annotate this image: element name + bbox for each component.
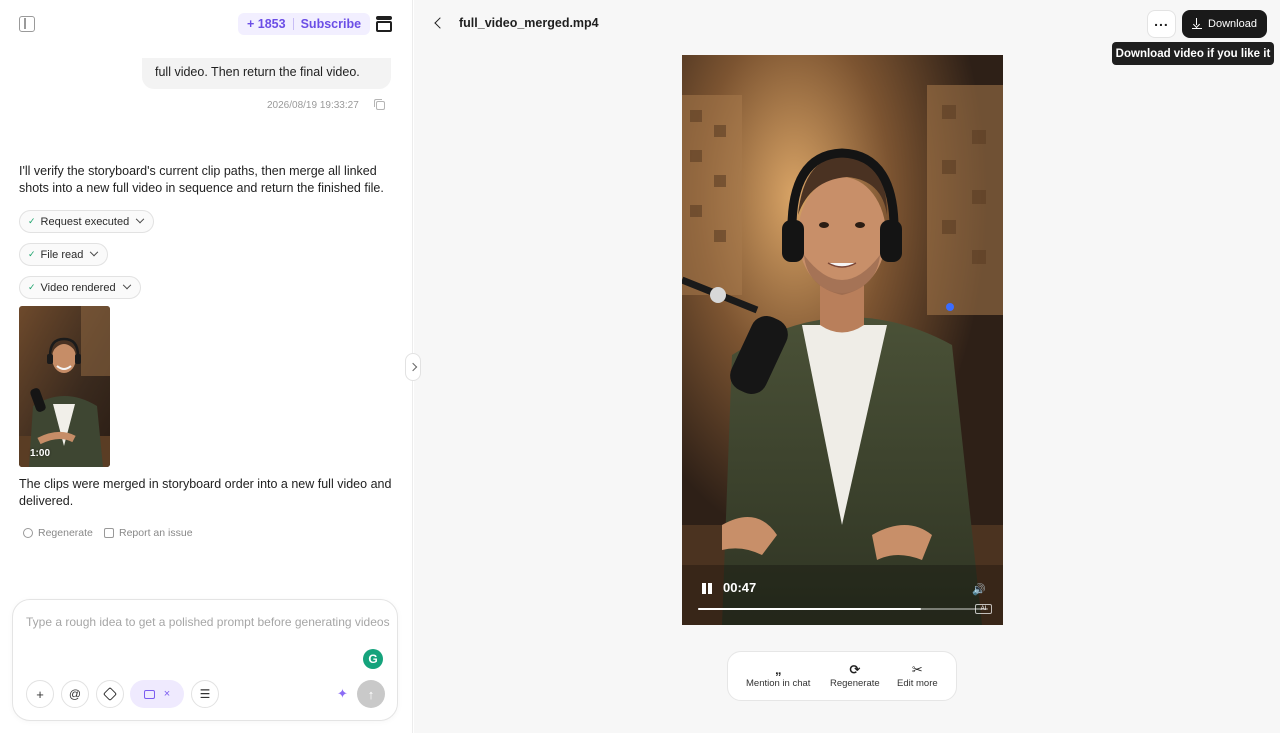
video-player[interactable]: 00:47 🔊 AI [682, 55, 1003, 625]
user-message-timestamp: 2026/08/19 19:33:27 [267, 100, 359, 111]
arrow-up-icon: ↑ [367, 686, 375, 702]
refresh-icon: ⟳ [849, 662, 861, 677]
download-icon [1192, 18, 1203, 29]
add-attachment-button[interactable]: + [26, 680, 54, 708]
tool-label: Mention in chat [746, 678, 811, 689]
step-chip-file-read[interactable]: ✓ File read [19, 243, 109, 266]
credits-value: + 1853 [247, 17, 286, 31]
sliders-icon: ☰ [199, 687, 211, 701]
copy-icon[interactable] [374, 99, 385, 110]
panel-collapse-handle[interactable] [405, 353, 421, 381]
ai-intro-message: I'll verify the storyboard's current cli… [19, 164, 384, 195]
mention-in-chat-button[interactable]: „ Mention in chat [746, 661, 810, 689]
refresh-icon [23, 528, 33, 538]
current-time: 00:47 [723, 580, 757, 595]
video-toolbar: „ Mention in chat ⟳ Regenerate ✂ Edit mo… [727, 651, 957, 701]
thumbnail-image [19, 306, 110, 467]
check-icon: ✓ [28, 282, 36, 292]
download-tooltip: Download video if you like it [1112, 42, 1274, 65]
quote-icon: „ [774, 662, 782, 677]
user-message: full video. Then return the final video. [142, 58, 391, 89]
sidebar-toggle-icon[interactable] [19, 16, 35, 32]
volume-icon[interactable]: 🔊 [972, 583, 986, 596]
chevron-down-icon [135, 214, 145, 223]
sparkle-icon[interactable]: ✦ [337, 686, 348, 702]
step-label: Request executed [40, 215, 130, 228]
download-label: Download [1208, 18, 1257, 30]
flag-icon [104, 528, 114, 538]
progress-bar[interactable] [698, 608, 988, 610]
report-issue-label: Report an issue [119, 527, 193, 539]
chevron-down-icon [90, 247, 99, 256]
stack-icon[interactable] [376, 16, 392, 32]
pause-icon[interactable] [702, 583, 712, 594]
video-preview-panel: full_video_merged.mp4 ... Download Downl… [414, 0, 1280, 733]
ai-badge: AI [975, 604, 992, 614]
download-button[interactable]: Download [1182, 10, 1267, 38]
more-options-button[interactable]: ... [1147, 10, 1176, 38]
regenerate-link[interactable]: Regenerate [23, 527, 93, 539]
check-icon: ✓ [28, 216, 36, 226]
send-button[interactable]: ↑ [357, 680, 385, 708]
back-arrow-icon[interactable] [434, 17, 446, 29]
chevron-down-icon [122, 280, 131, 289]
video-mode-close-icon[interactable]: × [164, 688, 170, 700]
cube-icon [102, 686, 118, 702]
model-button[interactable] [96, 680, 124, 708]
regenerate-label: Regenerate [38, 527, 93, 539]
video-mode-toggle[interactable]: × [130, 680, 184, 708]
file-name-title: full_video_merged.mp4 [459, 16, 599, 30]
grammarly-icon[interactable]: G [363, 649, 383, 669]
report-issue-link[interactable]: Report an issue [104, 527, 193, 539]
step-chip-request-executed[interactable]: ✓ Request executed [19, 210, 155, 233]
ai-result-message: The clips were merged in storyboard orde… [19, 477, 392, 508]
step-label: File read [40, 248, 84, 261]
regenerate-video-button[interactable]: ⟳ Regenerate [830, 661, 880, 689]
subscribe-link[interactable]: Subscribe [301, 17, 361, 31]
settings-button[interactable]: ☰ [191, 680, 219, 708]
credits-divider [292, 18, 294, 30]
video-frame [682, 55, 1003, 625]
prompt-input[interactable]: Type a rough idea to get a polished prom… [26, 615, 390, 629]
chat-panel: + 1853 Subscribe full video. Then return… [0, 0, 413, 733]
edit-more-button[interactable]: ✂ Edit more [897, 661, 938, 689]
video-camera-icon [143, 689, 155, 699]
check-icon: ✓ [28, 249, 36, 259]
progress-fill [698, 608, 922, 610]
mention-button[interactable]: @ [61, 680, 89, 708]
tool-label: Edit more [897, 678, 938, 689]
credits-badge[interactable]: + 1853 Subscribe [238, 13, 371, 35]
scissors-icon: ✂ [911, 662, 923, 677]
prompt-composer[interactable]: Type a rough idea to get a polished prom… [12, 599, 398, 721]
video-thumbnail[interactable]: 1:00 [19, 306, 110, 467]
step-label: Video rendered [40, 281, 116, 294]
tool-label: Regenerate [830, 678, 880, 689]
step-chip-video-rendered[interactable]: ✓ Video rendered [19, 276, 141, 299]
thumbnail-duration: 1:00 [30, 448, 51, 459]
